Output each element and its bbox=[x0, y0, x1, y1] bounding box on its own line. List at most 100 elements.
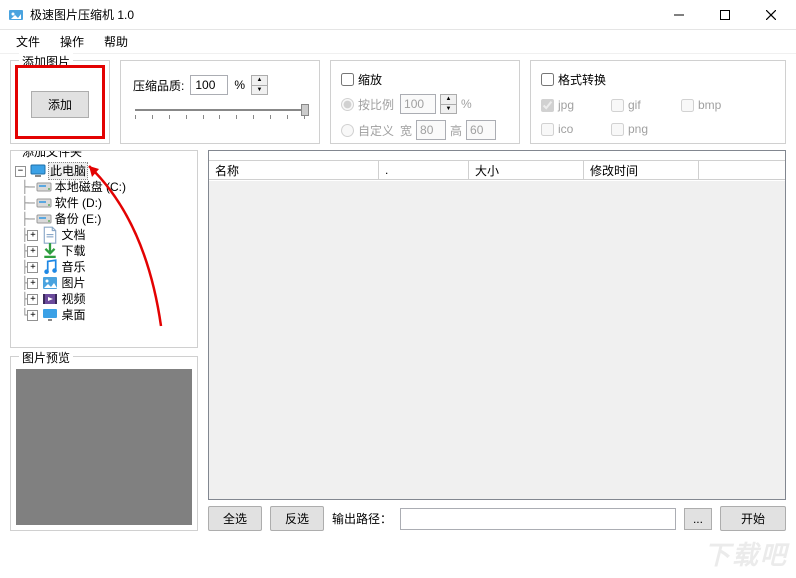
col-ext[interactable]: . bbox=[379, 161, 469, 179]
tree-expand-icon[interactable]: + bbox=[27, 310, 38, 321]
tree-item[interactable]: ├+音乐 bbox=[15, 259, 193, 275]
format-bmp-label: bmp bbox=[698, 98, 721, 112]
tree-item-label: 桌面 bbox=[60, 307, 86, 323]
tree-collapse-icon[interactable]: − bbox=[15, 166, 26, 177]
tree-item-label: 下载 bbox=[60, 243, 86, 259]
tree-item[interactable]: ├─本地磁盘 (C:) bbox=[15, 179, 193, 195]
add-image-group: 添加图片 添加 bbox=[10, 60, 110, 144]
format-jpg-checkbox[interactable] bbox=[541, 99, 554, 112]
folder-tree-legend: 添加文件夹 bbox=[19, 150, 85, 160]
quality-slider[interactable] bbox=[133, 109, 307, 119]
close-button[interactable] bbox=[748, 0, 794, 29]
quality-input[interactable] bbox=[190, 75, 228, 95]
quality-spinner[interactable]: ▲▼ bbox=[251, 75, 268, 95]
select-all-button[interactable]: 全选 bbox=[208, 506, 262, 531]
format-gif-checkbox[interactable] bbox=[611, 99, 624, 112]
start-button[interactable]: 开始 bbox=[720, 506, 786, 531]
col-size[interactable]: 大小 bbox=[469, 161, 584, 179]
preview-legend: 图片预览 bbox=[19, 349, 73, 366]
height-input[interactable] bbox=[466, 120, 496, 140]
tree-item-label: 视频 bbox=[60, 291, 86, 307]
tree-item[interactable]: ├+下载 bbox=[15, 243, 193, 259]
preview-area bbox=[16, 369, 192, 525]
tree-expand-icon[interactable]: + bbox=[27, 278, 38, 289]
tree-root[interactable]: − 此电脑 bbox=[15, 163, 193, 179]
col-mtime[interactable]: 修改时间 bbox=[584, 161, 699, 179]
tree-item[interactable]: ├+视频 bbox=[15, 291, 193, 307]
tree-item[interactable]: ├─备份 (E:) bbox=[15, 211, 193, 227]
tree-root-label: 此电脑 bbox=[48, 162, 88, 180]
quality-unit: % bbox=[234, 78, 245, 92]
format-bmp-checkbox[interactable] bbox=[681, 99, 694, 112]
doc-icon bbox=[42, 228, 58, 242]
disk-icon bbox=[36, 196, 52, 210]
width-input[interactable] bbox=[416, 120, 446, 140]
spin-down-icon[interactable]: ▼ bbox=[441, 105, 456, 114]
tree-item[interactable]: └+桌面 bbox=[15, 307, 193, 323]
tree-expand-icon[interactable]: + bbox=[27, 230, 38, 241]
invert-selection-button[interactable]: 反选 bbox=[270, 506, 324, 531]
spin-down-icon[interactable]: ▼ bbox=[252, 86, 267, 95]
scale-title: 缩放 bbox=[358, 71, 382, 88]
disk-icon bbox=[36, 180, 52, 194]
bottom-toolbar: 全选 反选 输出路径： ... 开始 bbox=[208, 506, 786, 531]
tree-expand-icon[interactable]: + bbox=[27, 262, 38, 273]
scale-ratio-unit: % bbox=[461, 97, 472, 111]
tree-item-label: 文档 bbox=[60, 227, 86, 243]
col-name[interactable]: 名称 bbox=[209, 161, 379, 179]
format-gif-label: gif bbox=[628, 98, 641, 112]
app-icon bbox=[8, 7, 24, 23]
height-label: 高 bbox=[450, 122, 462, 139]
file-list-header: 名称 . 大小 修改时间 bbox=[209, 160, 785, 180]
scale-ratio-label: 按比例 bbox=[358, 96, 394, 113]
format-ico-checkbox[interactable] bbox=[541, 123, 554, 136]
tree-item-label: 图片 bbox=[60, 275, 86, 291]
tree-item[interactable]: ├─软件 (D:) bbox=[15, 195, 193, 211]
menu-help[interactable]: 帮助 bbox=[94, 31, 138, 52]
width-label: 宽 bbox=[400, 122, 412, 139]
video-icon bbox=[42, 292, 58, 306]
titlebar: 极速图片压缩机 1.0 bbox=[0, 0, 796, 30]
tree-item[interactable]: ├+文档 bbox=[15, 227, 193, 243]
tree-expand-icon[interactable]: + bbox=[27, 246, 38, 257]
scale-group: 缩放 按比例 ▲▼ % 自定义 宽 高 bbox=[330, 60, 520, 144]
scale-checkbox[interactable] bbox=[341, 73, 354, 86]
format-checkbox[interactable] bbox=[541, 73, 554, 86]
spin-up-icon[interactable]: ▲ bbox=[252, 76, 267, 86]
scale-custom-radio[interactable] bbox=[341, 124, 354, 137]
scale-ratio-input[interactable] bbox=[400, 94, 436, 114]
browse-button[interactable]: ... bbox=[684, 508, 712, 530]
format-title: 格式转换 bbox=[558, 71, 606, 88]
disk-icon bbox=[36, 212, 52, 226]
maximize-button[interactable] bbox=[702, 0, 748, 29]
download-icon bbox=[42, 244, 58, 258]
music-icon bbox=[42, 260, 58, 274]
spin-up-icon[interactable]: ▲ bbox=[441, 95, 456, 105]
scale-ratio-radio[interactable] bbox=[341, 98, 354, 111]
tree-item-label: 本地磁盘 (C:) bbox=[54, 179, 127, 195]
col-spacer bbox=[699, 161, 785, 179]
format-png-checkbox[interactable] bbox=[611, 123, 624, 136]
scale-custom-label: 自定义 bbox=[358, 122, 394, 139]
tree-expand-icon[interactable]: + bbox=[27, 294, 38, 305]
desktop-icon bbox=[42, 308, 58, 322]
menu-file[interactable]: 文件 bbox=[6, 31, 50, 52]
file-list-body[interactable] bbox=[209, 180, 785, 499]
file-list[interactable]: 名称 . 大小 修改时间 bbox=[208, 150, 786, 500]
menu-operation[interactable]: 操作 bbox=[50, 31, 94, 52]
minimize-button[interactable] bbox=[656, 0, 702, 29]
tree-item-label: 音乐 bbox=[60, 259, 86, 275]
format-group: 格式转换 jpg gif bmp ico png bbox=[530, 60, 786, 144]
quality-group: 压缩品质: % ▲▼ bbox=[120, 60, 320, 144]
scale-ratio-spinner[interactable]: ▲▼ bbox=[440, 94, 457, 114]
folder-tree[interactable]: − 此电脑 ├─本地磁盘 (C:) ├─软件 (D:) ├─备份 (E:) ├+… bbox=[15, 163, 193, 323]
add-button[interactable]: 添加 bbox=[31, 91, 89, 118]
menubar: 文件 操作 帮助 bbox=[0, 30, 796, 54]
preview-group: 图片预览 bbox=[10, 356, 198, 531]
tree-item-label: 备份 (E:) bbox=[54, 211, 103, 227]
slider-thumb[interactable] bbox=[301, 104, 309, 116]
tree-item[interactable]: ├+图片 bbox=[15, 275, 193, 291]
output-path-label: 输出路径： bbox=[332, 510, 392, 527]
folder-tree-group: 添加文件夹 − 此电脑 ├─本地磁盘 (C:) ├─软件 (D:) ├─备份 (… bbox=[10, 150, 198, 348]
output-path-input[interactable] bbox=[400, 508, 676, 530]
